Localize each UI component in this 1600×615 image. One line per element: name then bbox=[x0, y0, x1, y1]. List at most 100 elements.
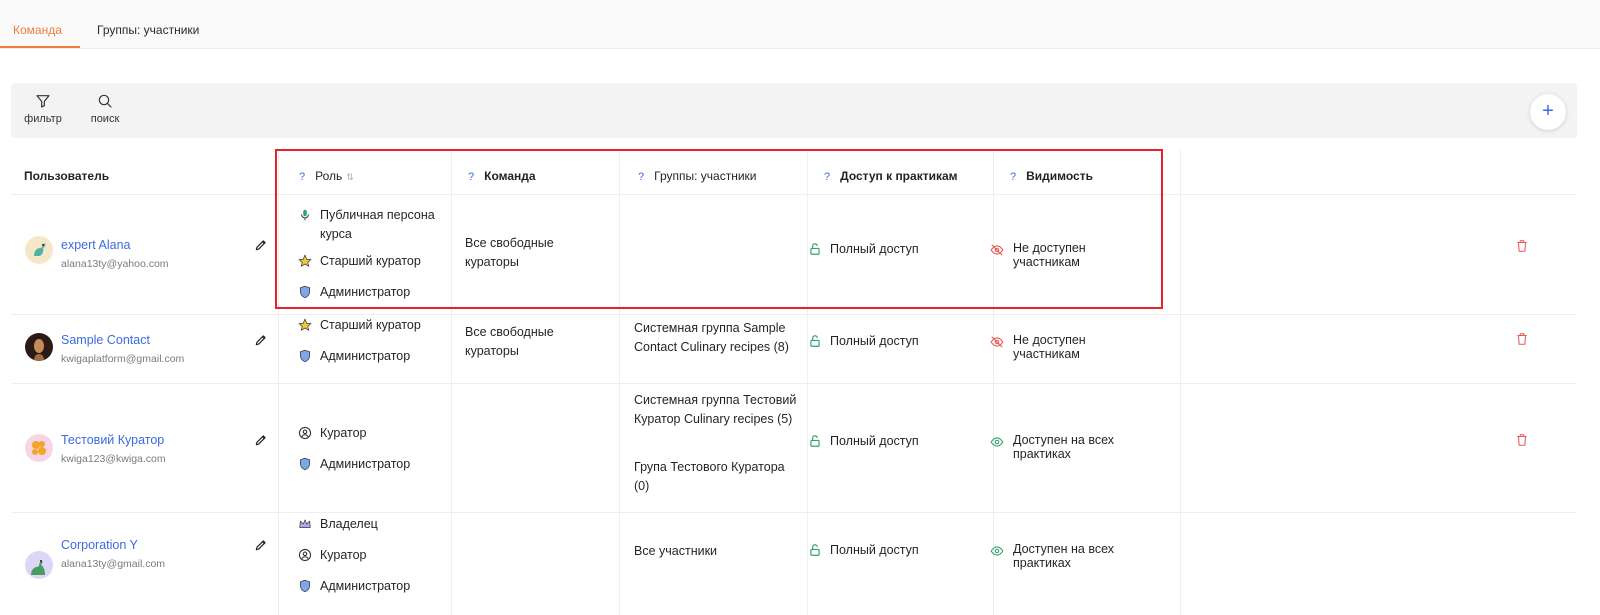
header-groups: ? Группы: участники bbox=[638, 169, 756, 183]
access-label: Полный доступ bbox=[830, 543, 919, 557]
role-item: Администратор bbox=[298, 347, 448, 367]
pencil-icon bbox=[255, 240, 266, 251]
avatar bbox=[25, 236, 53, 264]
crown-icon bbox=[299, 519, 311, 528]
unlock-icon bbox=[810, 435, 820, 447]
eye-off-icon bbox=[990, 336, 1004, 348]
role-item: Старший куратор bbox=[298, 252, 448, 272]
group-value: Системная группа Тестовий Куратор Culina… bbox=[634, 393, 797, 426]
search-button[interactable]: поиск bbox=[83, 93, 127, 125]
group-value: Все участники bbox=[634, 544, 718, 558]
edit-button[interactable] bbox=[254, 238, 268, 255]
header-access-label: Доступ к практикам bbox=[840, 169, 958, 183]
pencil-icon bbox=[255, 435, 266, 446]
tab-groups-members[interactable]: Группы: участники bbox=[97, 23, 199, 37]
filter-label: фильтр bbox=[24, 113, 62, 125]
delete-button[interactable] bbox=[1515, 238, 1529, 257]
shield-icon bbox=[299, 579, 311, 593]
visibility-label: Не доступен участникам bbox=[1013, 333, 1086, 361]
user-name-link[interactable]: Sample Contact bbox=[61, 333, 150, 347]
tab-bar: Команда Группы: участники bbox=[0, 0, 1600, 49]
user-email: alana13ty@gmail.com bbox=[61, 558, 166, 570]
tab-team[interactable]: Команда bbox=[13, 23, 62, 37]
group-value: Системная группа Sample Contact Culinary… bbox=[634, 321, 789, 354]
pencil-icon bbox=[255, 540, 266, 551]
delete-button[interactable] bbox=[1515, 331, 1529, 350]
role-item: Администратор bbox=[298, 283, 448, 303]
role-item: Публичная персона курса bbox=[298, 206, 448, 244]
visibility-label: Не доступен участникам bbox=[1013, 241, 1086, 269]
search-label: поиск bbox=[90, 113, 120, 125]
help-icon[interactable]: ? bbox=[299, 171, 305, 183]
user-name-link[interactable]: Corporation Y bbox=[61, 538, 138, 552]
avatar bbox=[25, 333, 53, 361]
role-item: Администратор bbox=[298, 577, 448, 597]
role-label: Публичная персона курса bbox=[320, 208, 435, 241]
header-user: Пользователь bbox=[24, 169, 110, 183]
header-team-label: Команда bbox=[484, 169, 536, 183]
role-item: Куратор bbox=[298, 424, 448, 444]
role-item: Владелец bbox=[298, 515, 448, 535]
table-row: expert Alana alana13ty@yahoo.com Публичн… bbox=[11, 196, 1577, 315]
role-label: Куратор bbox=[320, 548, 367, 562]
team-value: Все свободные кураторы bbox=[465, 236, 554, 269]
header-visibility: ? Видимость bbox=[1010, 169, 1093, 183]
table-row: Corporation Y alana13ty@gmail.com Владел… bbox=[11, 513, 1577, 615]
role-item: Старший куратор bbox=[298, 316, 448, 336]
role-label: Администратор bbox=[320, 579, 411, 593]
role-label: Куратор bbox=[320, 426, 367, 440]
edit-button[interactable] bbox=[254, 433, 268, 450]
table-row: Sample Contact kwigaplatform@gmail.com С… bbox=[11, 315, 1577, 384]
role-item: Администратор bbox=[298, 455, 448, 475]
search-icon bbox=[98, 94, 112, 108]
team-value: Все свободные кураторы bbox=[465, 325, 554, 358]
user-email: kwiga123@kwiga.com bbox=[61, 453, 166, 465]
role-label: Администратор bbox=[320, 349, 411, 363]
star-icon bbox=[298, 254, 312, 267]
header-visibility-label: Видимость bbox=[1026, 169, 1093, 183]
trash-icon bbox=[1517, 240, 1527, 252]
visibility-label: Доступен на всех практиках bbox=[1013, 433, 1115, 461]
help-icon[interactable]: ? bbox=[1010, 171, 1016, 183]
filter-button[interactable]: фильтр bbox=[21, 93, 65, 125]
table-header: Пользователь ? Роль ⇅ ? Команда ? Группы: уч… bbox=[11, 157, 1577, 195]
eye-off-icon bbox=[990, 244, 1004, 256]
help-icon[interactable]: ? bbox=[638, 171, 644, 183]
shield-icon bbox=[299, 457, 311, 471]
eye-icon bbox=[990, 437, 1004, 447]
add-member-button[interactable]: + bbox=[1530, 94, 1566, 130]
access-label: Полный доступ bbox=[830, 334, 919, 348]
table-row: Тестовий Куратор kwiga123@kwiga.com Кура… bbox=[11, 384, 1577, 513]
header-role[interactable]: ? Роль ⇅ bbox=[299, 169, 354, 183]
pencil-icon bbox=[255, 335, 266, 346]
unlock-icon bbox=[810, 243, 820, 255]
header-role-label: Роль bbox=[315, 169, 343, 183]
toolbar: фильтр поиск bbox=[11, 83, 1577, 138]
trash-icon bbox=[1517, 333, 1527, 345]
header-team: ? Команда bbox=[468, 169, 536, 183]
role-label: Администратор bbox=[320, 457, 411, 471]
user-circle-icon bbox=[298, 426, 312, 440]
role-label: Владелец bbox=[320, 517, 378, 531]
user-name-link[interactable]: expert Alana bbox=[61, 238, 131, 252]
user-email: kwigaplatform@gmail.com bbox=[61, 353, 185, 365]
sort-icon[interactable]: ⇅ bbox=[346, 172, 354, 182]
edit-button[interactable] bbox=[254, 333, 268, 350]
avatar bbox=[25, 434, 53, 462]
header-groups-label: Группы: участники bbox=[654, 169, 757, 183]
header-access: ? Доступ к практикам bbox=[824, 169, 958, 183]
user-name-link[interactable]: Тестовий Куратор bbox=[61, 433, 164, 447]
trash-icon bbox=[1517, 434, 1527, 446]
unlock-icon bbox=[810, 544, 820, 556]
shield-icon bbox=[299, 349, 311, 363]
delete-button[interactable] bbox=[1515, 432, 1529, 451]
avatar bbox=[25, 551, 53, 579]
help-icon[interactable]: ? bbox=[824, 171, 830, 183]
role-item: Куратор bbox=[298, 546, 448, 566]
microphone-icon bbox=[301, 209, 309, 221]
edit-button[interactable] bbox=[254, 538, 268, 555]
help-icon[interactable]: ? bbox=[468, 171, 474, 183]
access-label: Полный доступ bbox=[830, 434, 919, 448]
filter-icon bbox=[36, 95, 50, 108]
active-tab-indicator bbox=[0, 46, 80, 48]
